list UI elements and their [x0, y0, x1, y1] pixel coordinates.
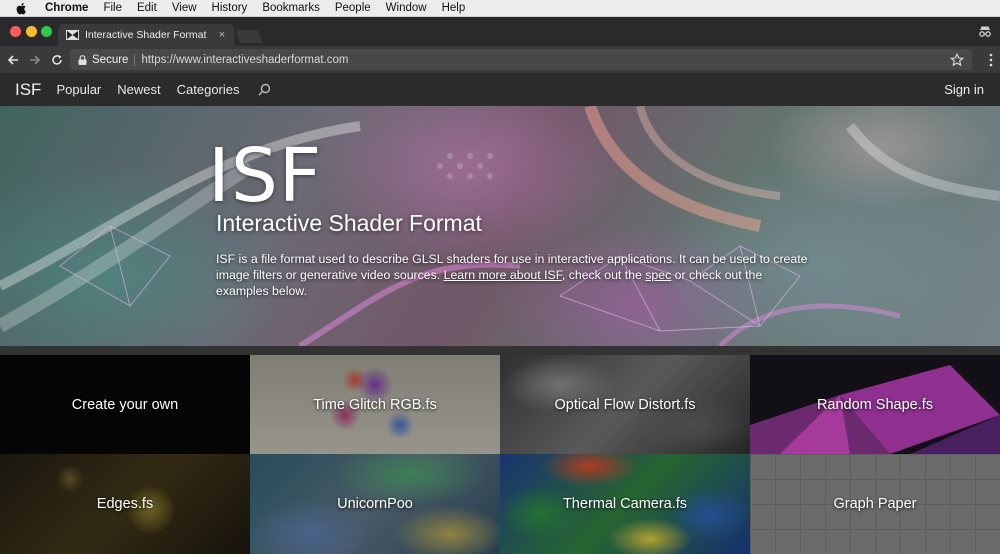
- tile-unicornpoo[interactable]: UnicornPoo: [250, 454, 500, 554]
- tab-close-icon[interactable]: ×: [214, 29, 230, 41]
- forward-arrow-icon: [30, 54, 41, 65]
- apple-logo-icon[interactable]: [15, 2, 27, 15]
- hero-description: ISF is a file format used to describe GL…: [216, 251, 816, 299]
- reload-icon: [52, 54, 62, 65]
- tile-label: Random Shape.fs: [816, 396, 934, 413]
- tile-label: Thermal Camera.fs: [562, 496, 688, 512]
- address-bar[interactable]: Secure https://www.interactiveshaderform…: [70, 49, 972, 70]
- menu-history[interactable]: History: [212, 2, 248, 14]
- sign-in-link[interactable]: Sign in: [944, 82, 984, 97]
- search-icon[interactable]: [257, 83, 271, 96]
- menu-window[interactable]: Window: [386, 2, 427, 14]
- tile-create-your-own[interactable]: Create your own: [0, 355, 250, 454]
- shader-grid: Create your own Time Glitch RGB.fs Optic…: [0, 355, 1000, 554]
- spec-link[interactable]: spec: [645, 268, 671, 282]
- browser-menu-icon[interactable]: [989, 53, 993, 67]
- lock-icon: [78, 54, 87, 65]
- tile-label: Time Glitch RGB.fs: [313, 396, 437, 413]
- tile-label: Create your own: [71, 396, 179, 413]
- incognito-icon[interactable]: [978, 24, 992, 38]
- hero-banner: ISF Interactive Shader Format ISF is a f…: [0, 106, 1000, 346]
- nav-popular[interactable]: Popular: [56, 82, 101, 97]
- menu-file[interactable]: File: [103, 2, 122, 14]
- nav-newest[interactable]: Newest: [117, 82, 160, 97]
- hero-subtitle: Interactive Shader Format: [216, 210, 482, 236]
- reload-button[interactable]: [48, 51, 66, 69]
- menu-bookmarks[interactable]: Bookmarks: [262, 2, 320, 14]
- menu-view[interactable]: View: [172, 2, 197, 14]
- forward-button[interactable]: [26, 51, 44, 69]
- menu-people[interactable]: People: [335, 2, 371, 14]
- tile-time-glitch-rgb[interactable]: Time Glitch RGB.fs: [250, 355, 500, 454]
- section-divider: [0, 346, 1000, 355]
- nav-categories[interactable]: Categories: [177, 82, 240, 97]
- omnibox-separator: [134, 53, 136, 66]
- menu-help[interactable]: Help: [442, 2, 466, 14]
- learn-more-link[interactable]: Learn more about ISF: [444, 268, 562, 282]
- browser-tab-active[interactable]: Interactive Shader Format ×: [58, 24, 234, 46]
- secure-label: Secure: [92, 53, 129, 66]
- back-arrow-icon: [7, 54, 18, 65]
- back-button[interactable]: [4, 51, 22, 69]
- menu-app-chrome[interactable]: Chrome: [45, 2, 88, 14]
- tab-strip: Interactive Shader Format ×: [0, 17, 1000, 46]
- tile-edges[interactable]: Edges.fs: [0, 454, 250, 554]
- zoom-window-button[interactable]: [41, 26, 52, 37]
- site-navbar: ISF Popular Newest Categories Sign in: [0, 73, 1000, 106]
- isf-favicon-icon: [66, 30, 79, 40]
- browser-toolbar: Secure https://www.interactiveshaderform…: [0, 46, 1000, 73]
- hero-title: ISF: [208, 133, 323, 219]
- tile-label: Graph Paper: [833, 496, 917, 512]
- tile-optical-flow-distort[interactable]: Optical Flow Distort.fs: [500, 355, 750, 454]
- site-logo[interactable]: ISF: [15, 80, 41, 100]
- tile-label: UnicornPoo: [337, 496, 413, 512]
- menu-edit[interactable]: Edit: [137, 2, 157, 14]
- tile-label: Optical Flow Distort.fs: [554, 396, 696, 413]
- tile-thermal-camera[interactable]: Thermal Camera.fs: [500, 454, 750, 554]
- tile-graph-paper[interactable]: Graph Paper: [750, 454, 1000, 554]
- mac-menubar: Chrome File Edit View History Bookmarks …: [0, 0, 1000, 17]
- bookmark-star-icon[interactable]: [950, 52, 964, 67]
- tile-random-shape[interactable]: Random Shape.fs: [750, 355, 1000, 454]
- hero-desc-text-2: , check out the: [561, 268, 646, 282]
- close-window-button[interactable]: [10, 26, 21, 37]
- tab-title: Interactive Shader Format: [85, 29, 207, 41]
- hero-background-art: [0, 106, 1000, 346]
- minimize-window-button[interactable]: [26, 26, 37, 37]
- url-text[interactable]: https://www.interactiveshaderformat.com: [141, 54, 950, 66]
- tile-label: Edges.fs: [96, 496, 154, 512]
- new-tab-button[interactable]: [235, 30, 263, 43]
